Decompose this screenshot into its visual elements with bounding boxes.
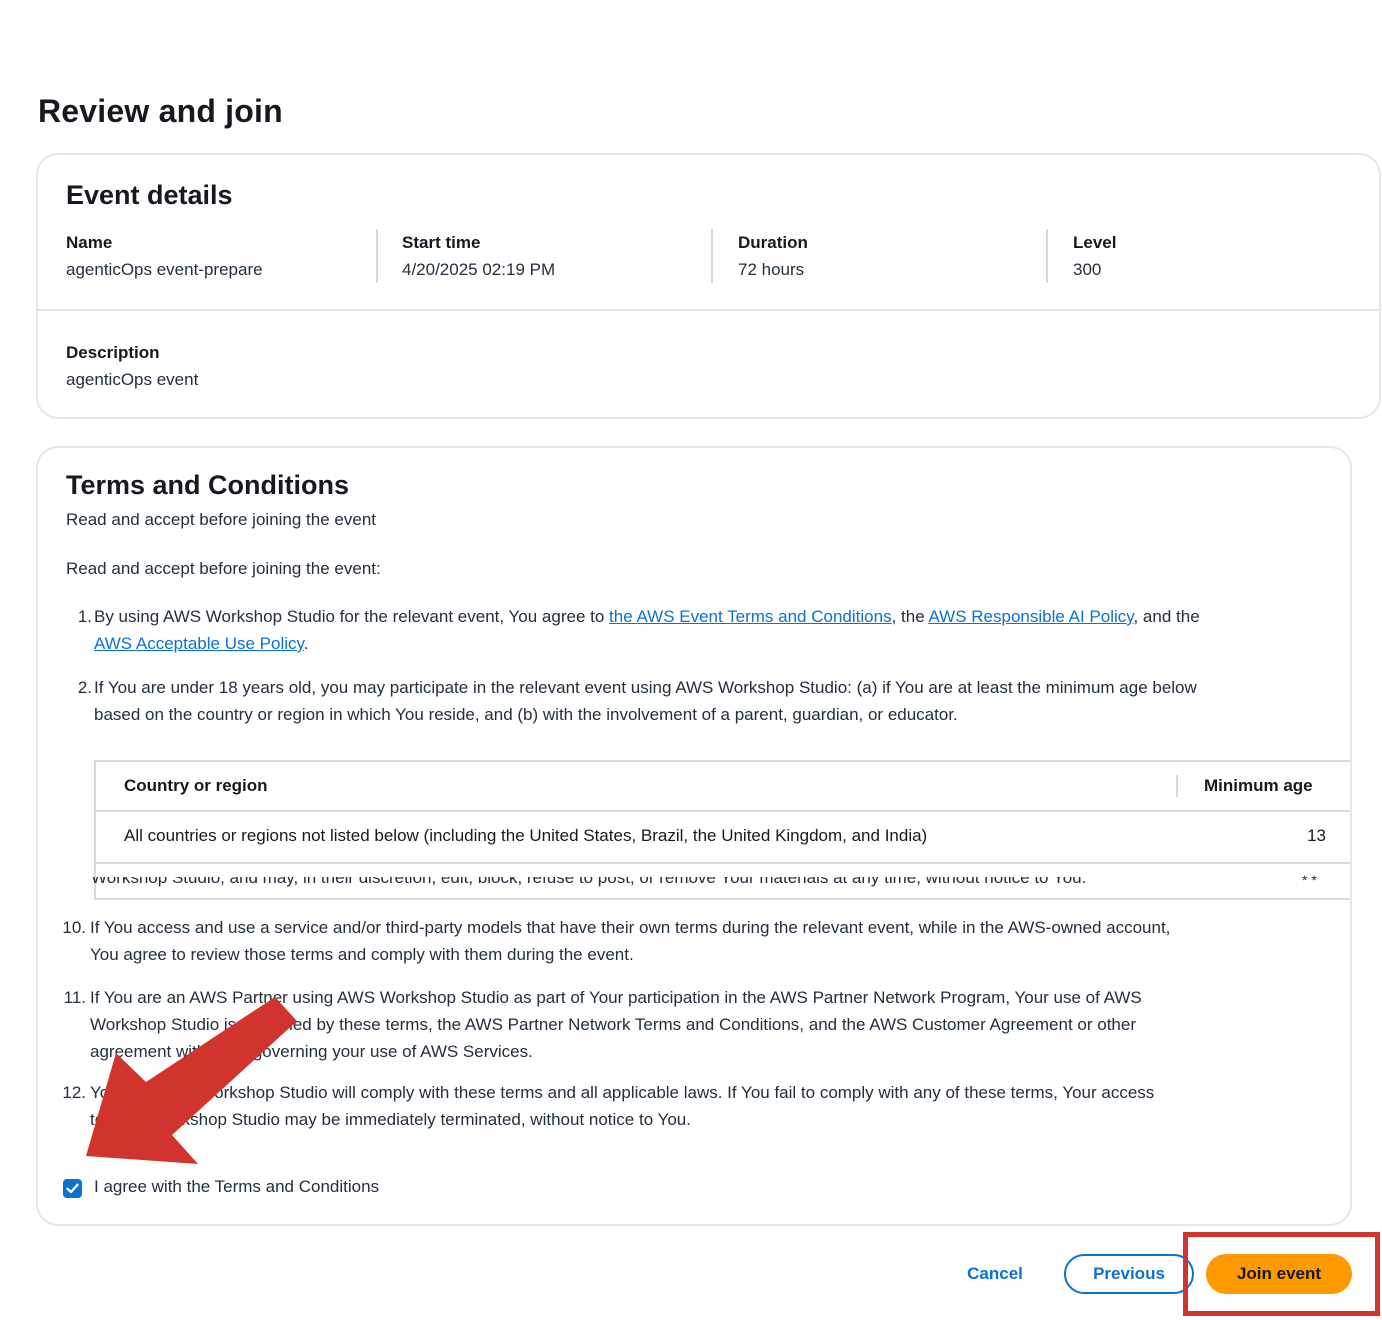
column-divider: [711, 229, 713, 283]
column-header-age: Minimum age: [1204, 776, 1313, 795]
clipped-text-fragment: * *: [1302, 872, 1317, 888]
level-value: 300: [1073, 260, 1102, 279]
terms-subtitle: Read and accept before joining the event: [66, 510, 377, 529]
description-value: agenticOps event: [66, 370, 199, 389]
terms-card: Terms and Conditions Read and accept bef…: [36, 446, 1352, 1226]
start-time-label: Start time: [402, 233, 481, 252]
duration-value: 72 hours: [738, 260, 805, 279]
table-header: Country or region Minimum age: [96, 762, 1350, 812]
column-header-country: Country or region: [124, 776, 268, 795]
list-number: 10.: [62, 918, 86, 937]
level-label: Level: [1073, 233, 1117, 252]
list-item: By using AWS Workshop Studio for the rel…: [94, 607, 1200, 653]
terms-title: Terms and Conditions: [66, 470, 350, 500]
terms-intro: Read and accept before joining the event…: [66, 559, 381, 578]
description-label: Description: [66, 343, 160, 362]
list-number: 1.: [77, 607, 92, 626]
page-title: Review and join: [38, 93, 283, 129]
row-divider: [96, 862, 1350, 864]
list-item: If You access and use a service and/or t…: [90, 918, 1171, 964]
name-label: Name: [66, 233, 113, 252]
event-details-title: Event details: [66, 180, 233, 210]
responsible-ai-policy-link[interactable]: AWS Responsible AI Policy: [928, 607, 1133, 626]
list-number: 2.: [77, 678, 92, 697]
join-button-highlight: [1183, 1232, 1380, 1316]
list-item: You and AWS Workshop Studio will comply …: [90, 1083, 1155, 1129]
event-details-card: Event details Name agenticOps event-prep…: [36, 153, 1381, 419]
list-item: If You are an AWS Partner using AWS Work…: [90, 988, 1142, 1061]
agree-checkbox-label[interactable]: I agree with the Terms and Conditions: [94, 1177, 379, 1197]
column-divider: [1046, 229, 1048, 283]
column-divider: [376, 229, 378, 283]
name-value: agenticOps event-prepare: [66, 260, 263, 279]
checkmark-icon: [66, 1183, 79, 1194]
cancel-button[interactable]: Cancel: [950, 1254, 1040, 1294]
start-time-value: 4/20/2025 02:19 PM: [402, 260, 556, 279]
section-divider: [38, 309, 1379, 311]
table-cell-country: All countries or regions not listed belo…: [124, 826, 928, 845]
acceptable-use-policy-link[interactable]: AWS Acceptable Use Policy: [94, 634, 304, 653]
list-item: If You are under 18 years old, you may p…: [94, 678, 1197, 724]
event-terms-link[interactable]: the AWS Event Terms and Conditions: [609, 607, 892, 626]
list-number: 11.: [63, 988, 86, 1007]
clipped-text-line: Workshop Studio, and may, in their discr…: [91, 877, 1087, 887]
column-divider: [1176, 775, 1178, 797]
duration-label: Duration: [738, 233, 808, 252]
table-cell-age: 13: [1307, 826, 1326, 845]
previous-button[interactable]: Previous: [1064, 1254, 1194, 1294]
agree-checkbox[interactable]: [63, 1179, 82, 1198]
list-number: 12.: [62, 1083, 86, 1102]
